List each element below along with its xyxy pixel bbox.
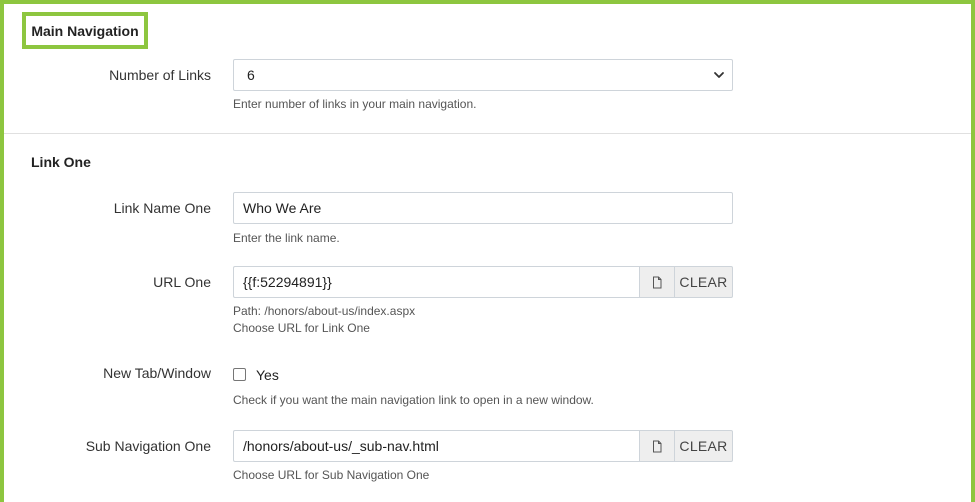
url-one-value: {{f:52294891}} [243,274,332,290]
file-icon [653,276,662,288]
sub-navigation-one-input-group: /honors/about-us/_sub-nav.html CLEAR [233,430,733,462]
number-of-links-value: 6 [247,67,255,83]
url-one-help: Choose URL for Link One [233,321,370,335]
url-one-path: Path: /honors/about-us/index.aspx [233,304,416,318]
url-one-input[interactable]: {{f:52294891}} [233,266,639,298]
link-name-one-input[interactable]: Who We Are [233,192,733,224]
section-title-main-navigation: Main Navigation [31,22,139,39]
new-tab-window-option: Yes [233,365,279,383]
link-name-one-label: Link Name One [113,200,211,216]
chevron-down-icon [714,72,724,78]
file-icon [653,440,662,452]
sub-navigation-one-label: Sub Navigation One [85,438,211,454]
section-divider [4,133,971,134]
url-one-label: URL One [153,274,211,290]
new-tab-window-help: Check if you want the main navigation li… [233,393,594,407]
sub-navigation-one-help: Choose URL for Sub Navigation One [233,468,430,482]
number-of-links-select[interactable]: 6 [233,59,733,91]
number-of-links-help: Enter number of links in your main navig… [233,97,477,111]
new-tab-window-checkbox-label[interactable]: Yes [256,367,279,383]
sub-navigation-one-clear-button[interactable]: CLEAR [675,430,733,462]
url-one-clear-button[interactable]: CLEAR [675,266,733,298]
url-one-input-group: {{f:52294891}} CLEAR [233,266,733,298]
sub-navigation-one-input[interactable]: /honors/about-us/_sub-nav.html [233,430,639,462]
new-tab-window-label: New Tab/Window [103,365,211,381]
new-tab-window-checkbox[interactable] [233,367,246,381]
sub-navigation-one-value: /honors/about-us/_sub-nav.html [243,438,439,454]
url-one-file-picker-button[interactable] [639,266,675,298]
section-title-highlight: Main Navigation [22,12,148,49]
section-title-link-one: Link One [31,154,91,170]
number-of-links-label: Number of Links [109,67,211,83]
link-name-one-help: Enter the link name. [233,231,340,245]
link-name-one-value: Who We Are [243,200,322,216]
sub-navigation-one-file-picker-button[interactable] [639,430,675,462]
